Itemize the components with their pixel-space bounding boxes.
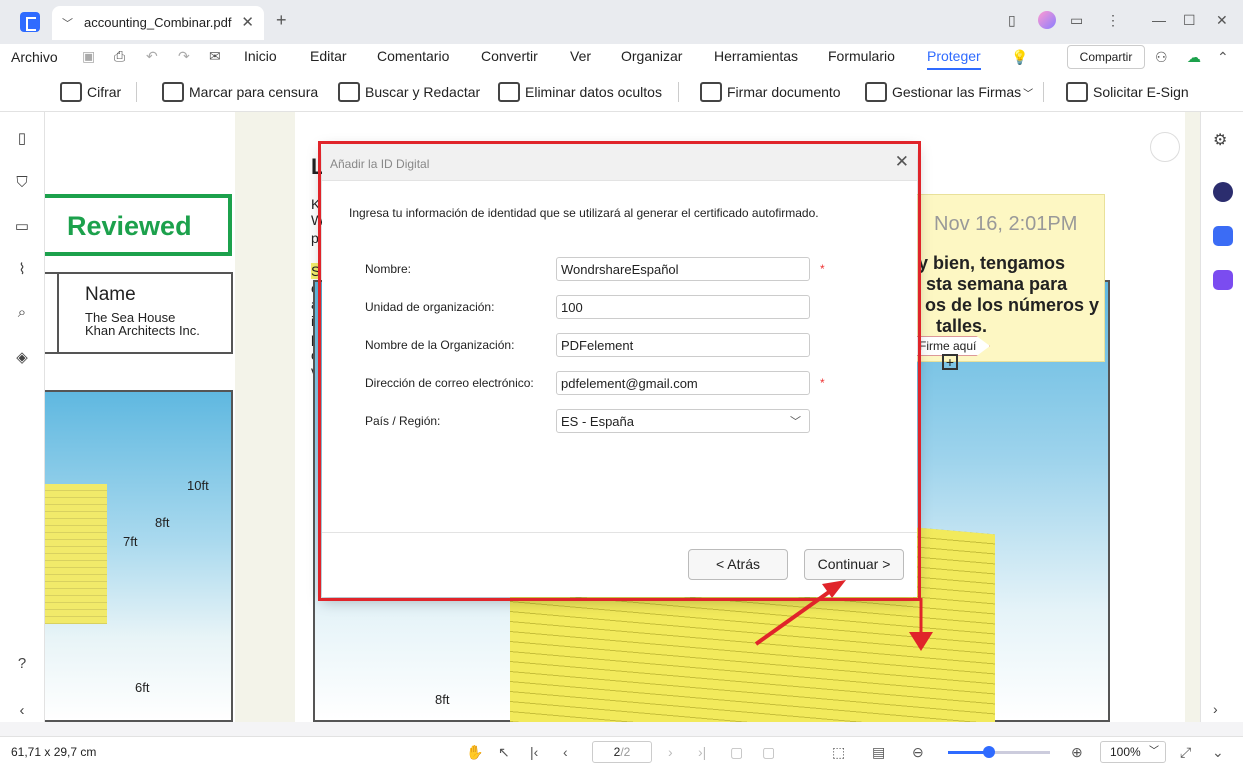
coordinates-readout: 61,71 x 29,7 cm: [11, 745, 97, 759]
arrow-line: [754, 585, 838, 646]
zoom-out-icon[interactable]: ⊖: [912, 744, 924, 761]
rotate-icon[interactable]: ▢: [762, 744, 775, 761]
scroll-down-icon[interactable]: ⌄: [1212, 744, 1224, 761]
arrow-head: [909, 632, 933, 651]
last-page-icon[interactable]: ›|: [698, 744, 706, 760]
hand-tool-icon[interactable]: ✋: [466, 744, 483, 761]
fullscreen-icon[interactable]: ⤢: [1180, 744, 1191, 761]
status-bar: 61,71 x 29,7 cm ✋ ↖ |‹ ‹ 2/2 › ›| ▢ ▢ ⬚ …: [0, 736, 1243, 767]
next-page-icon[interactable]: ›: [668, 744, 673, 760]
zoom-value: 100%: [1110, 745, 1141, 759]
page-total: /2: [620, 745, 631, 759]
page-indicator[interactable]: 2/2: [592, 741, 652, 763]
chevron-down-icon: ﹀: [1149, 746, 1159, 757]
prev-page-icon[interactable]: ‹: [563, 744, 568, 760]
zoom-slider[interactable]: [948, 746, 1050, 758]
zoom-in-icon[interactable]: ⊕: [1071, 744, 1083, 761]
first-page-icon[interactable]: |‹: [530, 744, 538, 760]
page-layout-icon[interactable]: ▤: [872, 744, 885, 761]
crop-icon[interactable]: ⬚: [832, 744, 845, 761]
fit-page-icon[interactable]: ▢: [730, 744, 743, 761]
annotation-arrows: [754, 580, 933, 651]
select-tool-icon[interactable]: ↖: [498, 744, 510, 761]
zoom-select[interactable]: 100% ﹀: [1100, 741, 1166, 763]
zoom-slider-handle[interactable]: [982, 746, 995, 758]
